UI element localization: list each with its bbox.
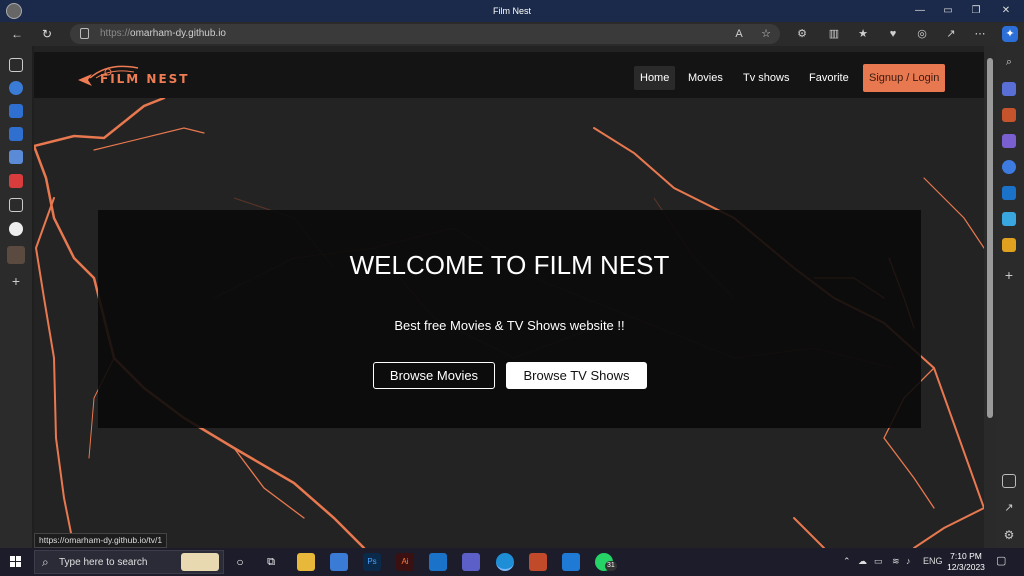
extensions-icon[interactable]: ⚙ bbox=[794, 26, 810, 42]
hero-subtitle: Best free Movies & TV Shows website !! bbox=[394, 318, 625, 333]
address-bar[interactable]: https://omarham-dy.github.io bbox=[70, 24, 780, 44]
site-navbar: FILM NEST Home Movies Tv shows Favorite … bbox=[34, 52, 984, 98]
edge-icon[interactable] bbox=[496, 553, 514, 571]
task-view-icon[interactable]: ⧉ bbox=[262, 553, 280, 571]
clock-date: 12/3/2023 bbox=[947, 562, 985, 572]
tab-pdf-icon[interactable] bbox=[9, 174, 23, 188]
tab-extension-icon[interactable] bbox=[9, 104, 23, 118]
film-app-icon[interactable] bbox=[529, 553, 547, 571]
whatsapp-icon[interactable]: 31 bbox=[595, 553, 617, 571]
nav-movies-link[interactable]: Movies bbox=[682, 66, 729, 90]
vertical-tabs-sidebar: + bbox=[0, 46, 32, 548]
url-text[interactable]: https://omarham-dy.github.io bbox=[100, 28, 226, 39]
taskbar-clock[interactable]: 7:10 PM 12/3/2023 bbox=[944, 551, 988, 573]
window-title: Film Nest bbox=[493, 6, 531, 16]
scrollbar-thumb[interactable] bbox=[987, 58, 993, 418]
drop-icon[interactable] bbox=[1002, 212, 1016, 226]
file-explorer-icon[interactable] bbox=[297, 553, 315, 571]
add-sidebar-app-icon[interactable]: + bbox=[1002, 268, 1016, 282]
windows-taskbar: ⌕ Type here to search ○ ⧉ Ps Ai 31 ⌃ ☁ ▭… bbox=[0, 548, 1024, 576]
page-scrollbar[interactable] bbox=[984, 46, 996, 548]
volume-icon[interactable]: ♪ bbox=[906, 556, 911, 566]
copilot-icon[interactable]: ✦ bbox=[1002, 26, 1018, 42]
cortana-icon[interactable]: ○ bbox=[231, 553, 249, 571]
browser-toolbar: ← ↻ https://omarham-dy.github.io A ☆ ⚙ ▥… bbox=[0, 22, 1024, 46]
close-icon[interactable]: ✕ bbox=[992, 3, 1020, 19]
nav-home-link[interactable]: Home bbox=[634, 66, 676, 90]
more-menu-icon[interactable]: ⋯ bbox=[972, 26, 988, 42]
hide-sidebar-icon[interactable] bbox=[1002, 474, 1016, 488]
onedrive-icon[interactable]: ▭ bbox=[874, 556, 883, 567]
tools-icon[interactable] bbox=[1002, 108, 1016, 122]
new-tab-icon[interactable]: + bbox=[9, 274, 23, 288]
browse-tv-shows-button[interactable]: Browse TV Shows bbox=[506, 362, 647, 389]
taskbar-search-placeholder: Type here to search bbox=[59, 557, 148, 568]
split-screen-icon[interactable]: ▥ bbox=[826, 26, 842, 42]
tab-extension-2-icon[interactable] bbox=[9, 127, 23, 141]
search-icon[interactable]: ⌕ bbox=[1002, 56, 1016, 70]
search-highlight-illustration bbox=[181, 553, 219, 571]
tab-film-nest-icon[interactable] bbox=[7, 246, 25, 264]
logo-text[interactable]: FILM NEST bbox=[100, 72, 190, 86]
vscode-icon[interactable] bbox=[562, 553, 580, 571]
notifications-icon[interactable]: ▢ bbox=[996, 554, 1006, 567]
link-status-tooltip: https://omarham-dy.github.io/tv/1 bbox=[34, 533, 168, 548]
games-icon[interactable] bbox=[1002, 134, 1016, 148]
microsoft-365-icon[interactable] bbox=[1002, 160, 1016, 174]
signup-login-button[interactable]: Signup / Login bbox=[863, 64, 946, 92]
wifi-icon[interactable]: ≋ bbox=[892, 556, 900, 567]
restore-icon[interactable]: ❐ bbox=[962, 3, 990, 19]
tab-document-icon[interactable] bbox=[9, 198, 23, 212]
outlook-icon[interactable] bbox=[1002, 186, 1016, 200]
tab-c-icon[interactable] bbox=[9, 81, 23, 95]
taskbar-search-box[interactable]: ⌕ Type here to search bbox=[34, 550, 224, 574]
nav-tv-shows-link[interactable]: Tv shows bbox=[737, 66, 795, 90]
mail-icon[interactable] bbox=[429, 553, 447, 571]
tab-actions-icon[interactable]: ▭ bbox=[934, 3, 962, 19]
favorites-icon[interactable]: ★ bbox=[855, 26, 871, 42]
share-icon[interactable]: ↗ bbox=[943, 26, 959, 42]
browser-essentials-icon[interactable]: ◎ bbox=[914, 26, 930, 42]
open-external-icon[interactable]: ↗ bbox=[1002, 501, 1016, 515]
tab-app-icon[interactable] bbox=[9, 150, 23, 164]
tab-github-icon[interactable] bbox=[9, 222, 23, 236]
apps-icon[interactable] bbox=[1002, 238, 1016, 252]
network-icon[interactable]: ☁ bbox=[858, 556, 867, 567]
lock-icon[interactable] bbox=[80, 28, 89, 39]
hero-section: WELCOME TO FILM NEST Best free Movies & … bbox=[98, 210, 921, 428]
illustrator-icon[interactable]: Ai bbox=[396, 553, 414, 571]
hero-title: WELCOME TO FILM NEST bbox=[349, 250, 670, 280]
window-titlebar: Film Nest — ▭ ❐ ✕ bbox=[0, 0, 1024, 22]
back-icon[interactable]: ← bbox=[8, 26, 26, 42]
tab-actions-icon[interactable] bbox=[9, 58, 23, 72]
microsoft-store-icon[interactable] bbox=[330, 553, 348, 571]
edge-sidebar: ⌕ + ↗ ⚙ bbox=[996, 46, 1024, 548]
whatsapp-unread-badge: 31 bbox=[605, 561, 617, 571]
refresh-icon[interactable]: ↻ bbox=[38, 26, 56, 42]
tray-overflow-icon[interactable]: ⌃ bbox=[843, 556, 851, 567]
teams-icon[interactable] bbox=[462, 553, 480, 571]
favorite-star-icon[interactable]: ☆ bbox=[758, 26, 774, 42]
page-viewport: FILM NEST Home Movies Tv shows Favorite … bbox=[34, 46, 984, 548]
minimize-icon[interactable]: — bbox=[906, 3, 934, 19]
language-indicator[interactable]: ENG bbox=[923, 556, 943, 566]
photoshop-icon[interactable]: Ps bbox=[363, 553, 381, 571]
windows-start-icon[interactable] bbox=[10, 556, 22, 568]
settings-gear-icon[interactable]: ⚙ bbox=[1002, 528, 1016, 542]
search-icon: ⌕ bbox=[42, 555, 49, 569]
shopping-icon[interactable] bbox=[1002, 82, 1016, 96]
browse-movies-button[interactable]: Browse Movies bbox=[373, 362, 495, 389]
collections-icon[interactable]: ♥ bbox=[885, 26, 901, 42]
nav-favorite-link[interactable]: Favorite bbox=[803, 66, 855, 90]
read-aloud-icon[interactable]: A bbox=[731, 26, 747, 42]
clock-time: 7:10 PM bbox=[950, 551, 982, 561]
